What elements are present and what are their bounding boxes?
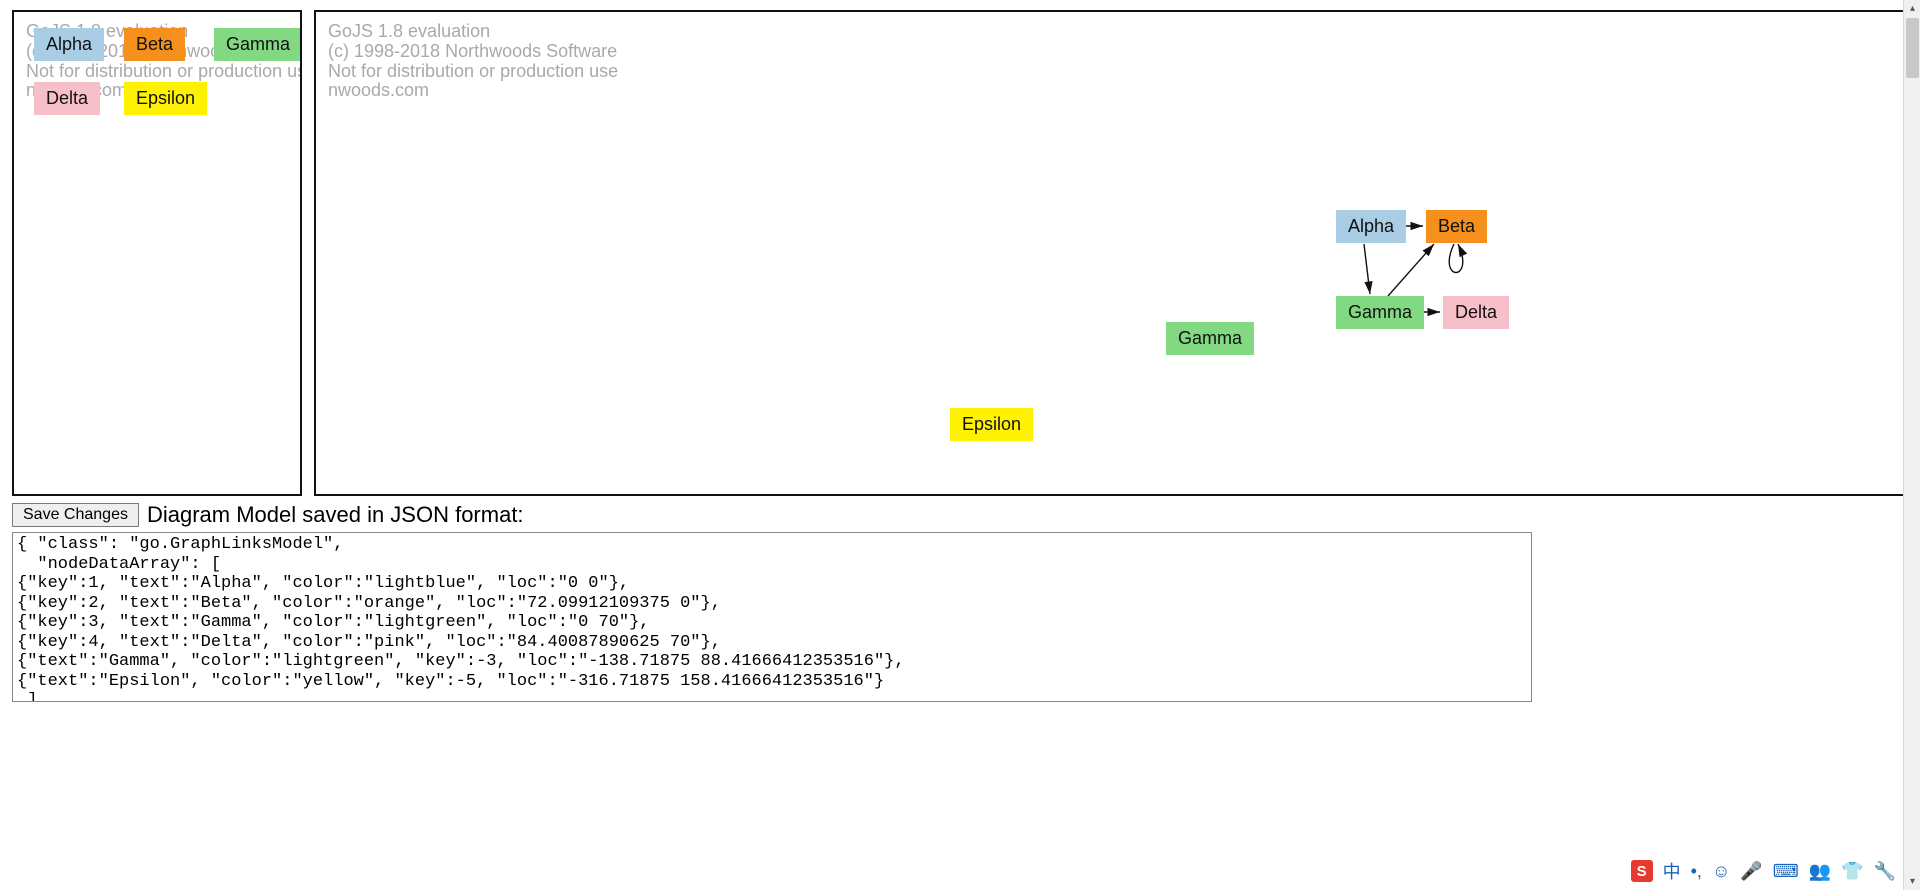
node-epsilon[interactable]: Epsilon xyxy=(950,408,1033,441)
page-scrollbar[interactable]: ▴ ▾ xyxy=(1903,0,1920,890)
sogou-logo-icon: S xyxy=(1631,860,1653,882)
ime-settings-icon[interactable]: 🔧 xyxy=(1874,861,1896,882)
node-alpha[interactable]: Alpha xyxy=(34,28,104,61)
scroll-down-icon[interactable]: ▾ xyxy=(1904,873,1920,890)
node-delta[interactable]: Delta xyxy=(1443,296,1509,329)
node-beta[interactable]: Beta xyxy=(1426,210,1487,243)
node-gamma[interactable]: Gamma xyxy=(214,28,302,61)
palette-panel[interactable]: GoJS 1.8 evaluation (c) 1998-2018 Northw… xyxy=(12,10,302,496)
scroll-up-icon[interactable]: ▴ xyxy=(1904,0,1920,17)
model-json-textarea[interactable] xyxy=(12,532,1532,702)
ime-mic-icon[interactable]: 🎤 xyxy=(1740,861,1762,882)
scroll-thumb[interactable] xyxy=(1906,18,1919,78)
watermark-text: GoJS 1.8 evaluation (c) 1998-2018 Northw… xyxy=(328,22,618,101)
node-delta[interactable]: Delta xyxy=(34,82,100,115)
ime-skin-icon[interactable]: 👕 xyxy=(1841,861,1863,882)
json-format-label: Diagram Model saved in JSON format: xyxy=(147,502,524,528)
ime-users-icon[interactable]: 👥 xyxy=(1809,861,1831,882)
ime-keyboard-icon[interactable]: ⌨ xyxy=(1773,861,1799,882)
ime-punct-icon[interactable]: •, xyxy=(1691,861,1702,882)
node-gamma[interactable]: Gamma xyxy=(1336,296,1424,329)
node-alpha[interactable]: Alpha xyxy=(1336,210,1406,243)
node-beta[interactable]: Beta xyxy=(124,28,185,61)
ime-emoji-icon[interactable]: ☺ xyxy=(1712,861,1730,882)
diagram-links xyxy=(316,12,1906,494)
ime-lang-indicator[interactable]: 中 xyxy=(1663,858,1681,884)
diagram-panel[interactable]: GoJS 1.8 evaluation (c) 1998-2018 Northw… xyxy=(314,10,1908,496)
ime-toolbar: S 中 •, ☺ 🎤 ⌨ 👥 👕 🔧 xyxy=(1631,858,1896,884)
node-gamma[interactable]: Gamma xyxy=(1166,322,1254,355)
save-button[interactable]: Save Changes xyxy=(12,503,139,527)
node-epsilon[interactable]: Epsilon xyxy=(124,82,207,115)
